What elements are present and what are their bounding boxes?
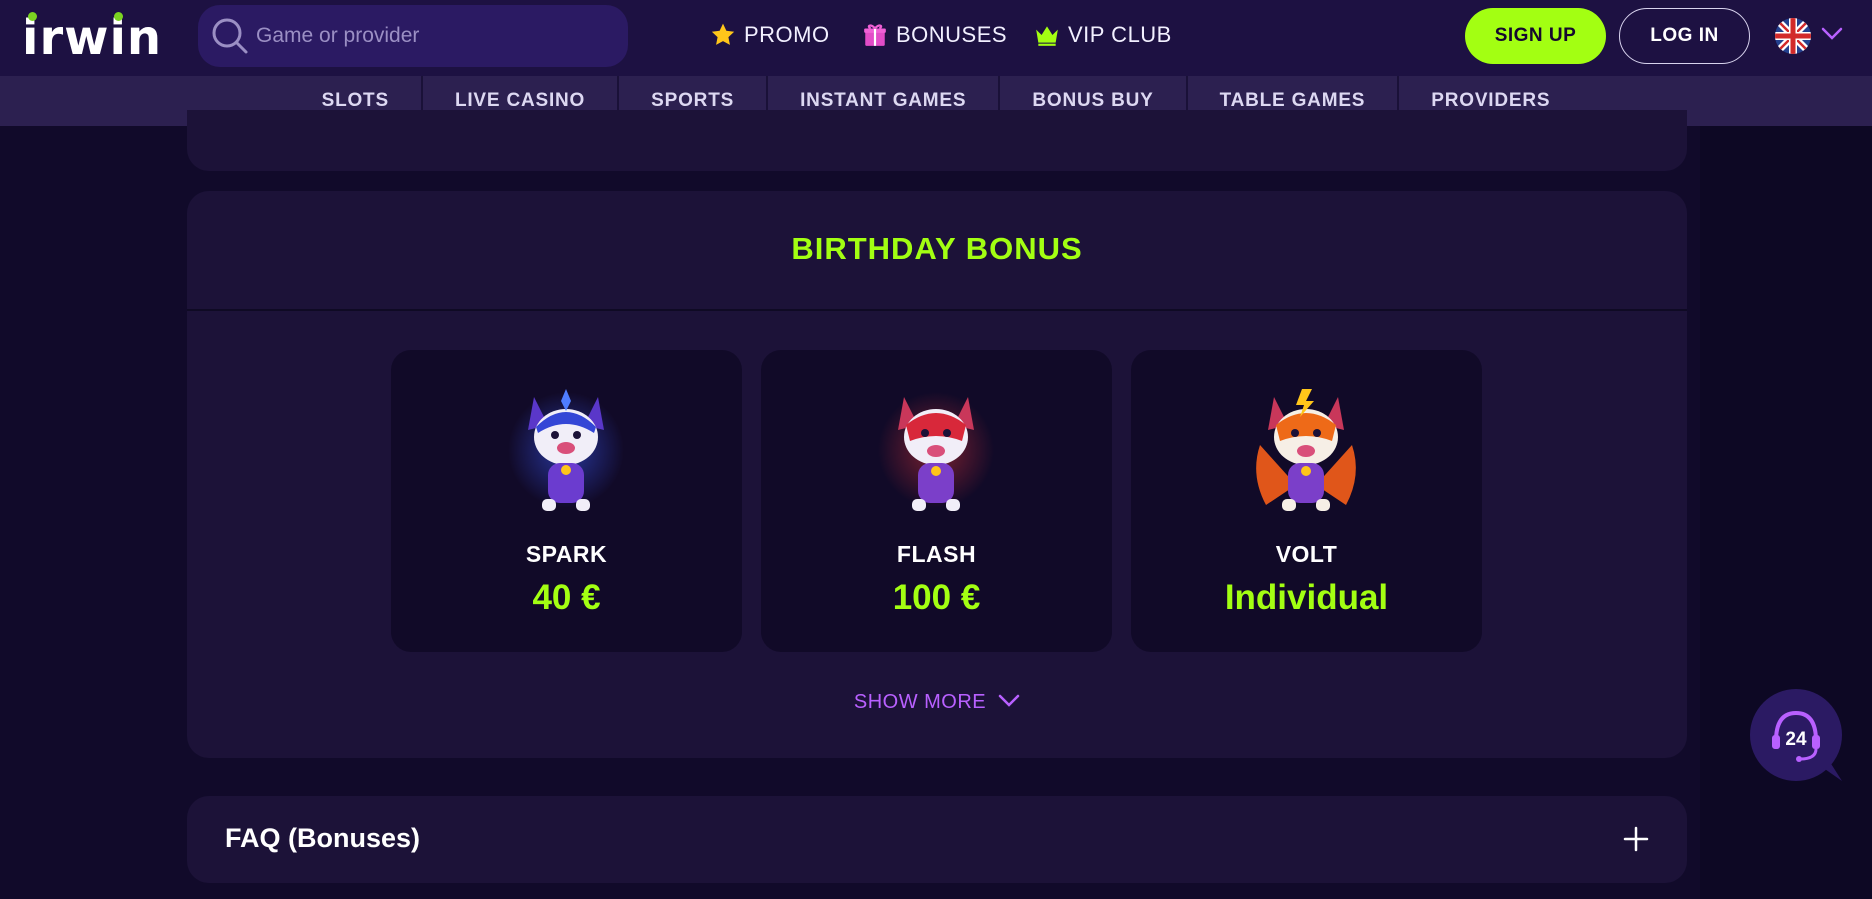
tier-card-flash: FLASH 100 € <box>761 350 1112 652</box>
tier-amount: 40 € <box>532 578 601 617</box>
log-in-button[interactable]: LOG IN <box>1619 8 1750 64</box>
uk-flag-icon <box>1775 18 1811 54</box>
chevron-down-icon <box>998 691 1020 714</box>
flash-mascot-icon <box>878 392 994 511</box>
right-gutter <box>1700 126 1872 899</box>
faq-title: FAQ (Bonuses) <box>225 823 421 853</box>
star-icon <box>710 22 736 48</box>
nav-bonuses[interactable]: BONUSES <box>862 0 1007 70</box>
support-chat-button[interactable]: 24 <box>1750 689 1844 783</box>
nav-bonuses-label: BONUSES <box>896 22 1008 47</box>
nav-vip-club[interactable]: VIP CLUB <box>1034 0 1172 70</box>
previous-panel-bottom <box>187 110 1687 171</box>
nav-promo[interactable]: PROMO <box>710 0 830 70</box>
chevron-down-icon <box>1821 27 1843 46</box>
divider <box>187 309 1687 311</box>
language-selector[interactable] <box>1775 18 1850 54</box>
headset-icon: 24 <box>1750 689 1842 781</box>
gift-icon <box>862 22 888 48</box>
tier-name: FLASH <box>896 541 977 567</box>
irwin-logo[interactable]: irwin <box>22 12 162 62</box>
show-more-label: SHOW MORE <box>853 691 987 713</box>
plus-icon <box>1623 826 1649 852</box>
spark-mascot-icon <box>508 389 624 511</box>
logo-dot <box>114 12 123 21</box>
logo-text: irwin <box>22 10 163 66</box>
tier-name: VOLT <box>1275 541 1338 567</box>
tier-card-spark: SPARK 40 € <box>391 350 742 652</box>
logo-dot <box>28 12 37 21</box>
birthday-bonus-panel: BIRTHDAY BONUS SPARK 40 € FLASH 100 € VO… <box>187 191 1687 758</box>
volt-mascot-icon <box>1256 389 1356 511</box>
nav-promo-label: PROMO <box>744 22 830 47</box>
top-header: irwin Game or provider PROMO BONUSES VIP… <box>0 0 1872 76</box>
tier-card-volt: VOLT Individual <box>1131 350 1482 652</box>
tier-name: SPARK <box>525 541 608 567</box>
tier-amount: 100 € <box>892 578 981 617</box>
support-badge: 24 <box>1785 729 1807 750</box>
sign-up-button[interactable]: SIGN UP <box>1465 8 1606 64</box>
search-icon <box>210 16 250 56</box>
birthday-bonus-title: BIRTHDAY BONUS <box>791 231 1083 266</box>
show-more-button[interactable]: SHOW MORE <box>187 691 1687 714</box>
faq-accordion[interactable]: FAQ (Bonuses) <box>187 796 1687 883</box>
tier-amount: Individual <box>1224 578 1389 617</box>
nav-vip-label: VIP CLUB <box>1068 22 1172 47</box>
search-input[interactable]: Game or provider <box>198 5 628 67</box>
search-placeholder: Game or provider <box>256 24 420 47</box>
crown-icon <box>1034 22 1060 48</box>
